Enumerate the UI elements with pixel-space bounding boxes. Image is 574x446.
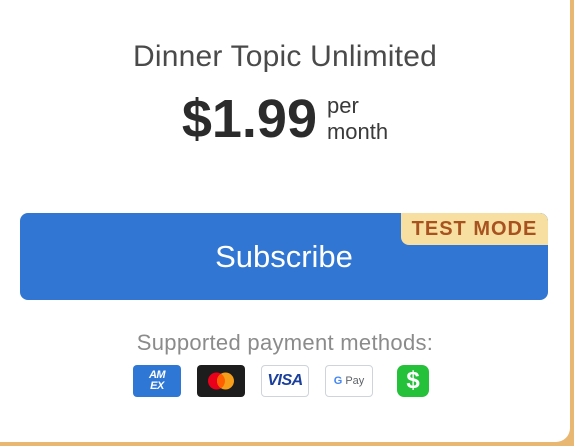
payment-methods-list: AM EX VISA G Pay $ [0, 365, 570, 397]
subscription-card: Dinner Topic Unlimited $1.99 per month S… [0, 0, 570, 442]
visa-logo-text: VISA [267, 372, 303, 389]
google-pay-icon: G Pay [325, 365, 373, 397]
cash-app-icon: $ [389, 365, 437, 397]
cash-app-logo: $ [397, 365, 429, 397]
subscribe-button[interactable]: Subscribe TEST MODE [20, 213, 548, 300]
plan-title: Dinner Topic Unlimited [133, 40, 437, 73]
supported-methods-label: Supported payment methods: [136, 330, 434, 355]
amex-logo-text: AM EX [148, 369, 166, 392]
period-line-1: per [326, 93, 359, 118]
mastercard-logo [208, 372, 234, 390]
period-line-2: month [326, 119, 389, 144]
mastercard-icon [197, 365, 245, 397]
visa-icon: VISA [261, 365, 309, 397]
google-pay-logo-text: G Pay [333, 375, 365, 387]
amex-icon: AM EX [133, 365, 181, 397]
price-amount: $1.99 [181, 89, 317, 149]
price-period: per month [327, 93, 388, 145]
test-mode-badge: TEST MODE [401, 213, 548, 245]
price-row: $1.99 per month [0, 86, 570, 152]
